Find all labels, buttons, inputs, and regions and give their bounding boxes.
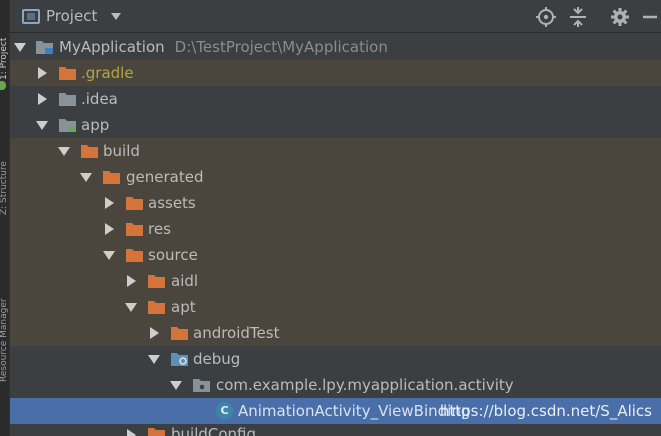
project-tool-window: 1: Project Z: Structure Resource Manager… (0, 0, 661, 436)
tree-row-selected-class[interactable]: C AnimationActivity_ViewBinding https://… (10, 398, 661, 424)
excluded-folder-icon (126, 222, 143, 236)
collapse-all-icon[interactable] (567, 6, 589, 28)
collapse-arrow-icon[interactable] (150, 327, 159, 339)
tree-item-label: .idea (81, 90, 118, 108)
tree-item-label: assets (148, 194, 196, 212)
collapse-arrow-icon[interactable] (38, 67, 47, 79)
excluded-folder-icon (59, 66, 76, 80)
expand-arrow-icon[interactable] (170, 381, 182, 390)
tree-row-package[interactable]: com.example.lpy.myapplication.activity (10, 372, 661, 398)
tree-item-label: app (81, 116, 110, 134)
collapse-arrow-icon[interactable] (105, 223, 114, 235)
watermark-url: https://blog.csdn.net/S_Alics (439, 402, 652, 420)
tree-item-label: apt (171, 298, 196, 316)
tree-row-apt[interactable]: apt (10, 294, 661, 320)
expand-arrow-icon[interactable] (14, 43, 26, 52)
tree-row-res[interactable]: res (10, 216, 661, 242)
tree-row-debug[interactable]: debug (10, 346, 661, 372)
tree-item-label: source (148, 246, 198, 264)
excluded-folder-icon (148, 274, 165, 288)
tree-row-myapplication[interactable]: MyApplication D:\TestProject\MyApplicatio… (10, 34, 661, 60)
side-tab-resource-manager[interactable]: Resource Manager (0, 262, 9, 382)
excluded-folder-icon (103, 170, 120, 184)
tree-item-label: com.example.lpy.myapplication.activity (216, 376, 514, 394)
collapse-arrow-icon[interactable] (127, 429, 136, 436)
folder-icon (59, 92, 76, 106)
expand-arrow-icon[interactable] (58, 147, 70, 156)
tree-row-app[interactable]: app (10, 112, 661, 138)
class-icon: C (216, 402, 233, 419)
tree-item-label: androidTest (193, 324, 280, 342)
expand-arrow-icon[interactable] (148, 355, 160, 364)
expand-arrow-icon[interactable] (36, 121, 48, 130)
tree-row-assets[interactable]: assets (10, 190, 661, 216)
module-folder-icon (36, 40, 53, 54)
excluded-folder-icon (81, 144, 98, 158)
tree-item-label: MyApplication D:\TestProject\MyApplicatio… (59, 38, 388, 56)
gear-icon[interactable] (609, 6, 631, 28)
side-tab-indicator (0, 81, 6, 90)
view-selector-label[interactable]: Project (46, 7, 97, 26)
excluded-folder-icon (126, 196, 143, 210)
tree-item-label: .gradle (81, 64, 134, 82)
tree-item-label: debug (193, 350, 241, 368)
project-path: D:\TestProject\MyApplication (174, 38, 388, 56)
collapse-arrow-icon[interactable] (38, 93, 47, 105)
tree-row-aidl[interactable]: aidl (10, 268, 661, 294)
expand-arrow-icon[interactable] (103, 251, 115, 260)
package-icon (193, 378, 210, 392)
excluded-folder-icon (171, 326, 188, 340)
project-tree: MyApplication D:\TestProject\MyApplicatio… (10, 34, 661, 436)
collapse-arrow-icon[interactable] (105, 197, 114, 209)
tree-row-buildconfig[interactable]: buildConfig (10, 424, 661, 436)
tree-item-label: aidl (171, 272, 199, 290)
module-folder-icon (59, 118, 76, 132)
tree-row-generated[interactable]: generated (10, 164, 661, 190)
side-tab-structure[interactable]: Z: Structure (0, 120, 9, 215)
collapse-arrow-icon[interactable] (127, 275, 136, 287)
tree-row-idea[interactable]: .idea (10, 86, 661, 112)
tree-item-label: buildConfig (171, 425, 257, 436)
chevron-down-icon[interactable] (111, 13, 121, 20)
generated-source-folder-icon (171, 352, 188, 366)
excluded-folder-icon (126, 248, 143, 262)
excluded-folder-icon (148, 300, 165, 314)
tree-row-source[interactable]: source (10, 242, 661, 268)
tree-item-label: res (148, 220, 171, 238)
tree-item-label: build (103, 142, 140, 160)
expand-arrow-icon[interactable] (80, 173, 92, 182)
expand-arrow-icon[interactable] (125, 303, 137, 312)
minimize-icon[interactable] (639, 6, 661, 28)
tree-row-build[interactable]: build (10, 138, 661, 164)
left-tool-strip: 1: Project Z: Structure Resource Manager (0, 0, 10, 436)
side-tab-project[interactable]: 1: Project (0, 2, 9, 80)
project-window-icon (22, 9, 40, 24)
tree-item-label: generated (126, 168, 204, 186)
tree-item-label: AnimationActivity_ViewBinding (238, 402, 471, 420)
crosshair-icon[interactable] (535, 6, 557, 28)
tree-row-androidtest[interactable]: androidTest (10, 320, 661, 346)
project-header: Project (10, 0, 661, 33)
excluded-folder-icon (148, 427, 165, 436)
tree-row-gradle[interactable]: .gradle (10, 60, 661, 86)
